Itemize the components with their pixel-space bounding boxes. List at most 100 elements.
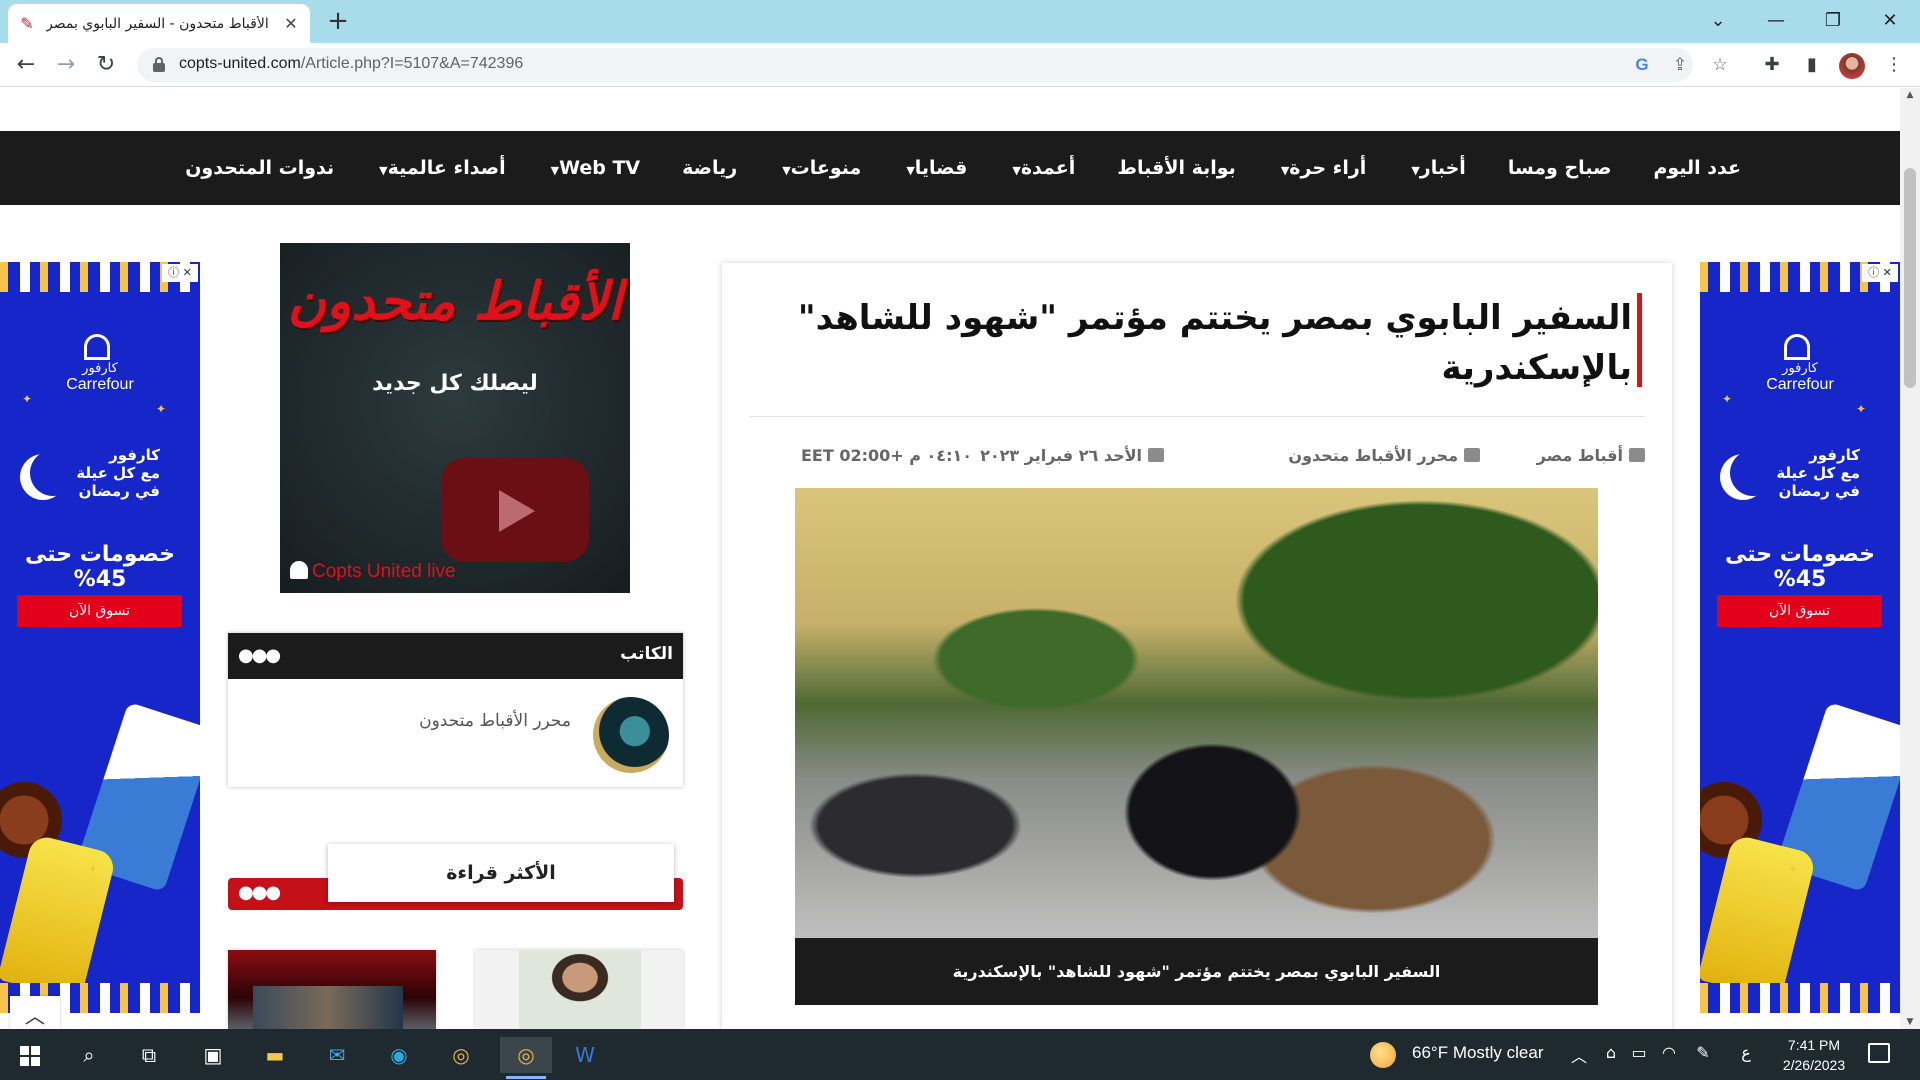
author-widget: الكاتب ●●● محرر الأقباط متحدون	[228, 633, 683, 787]
forward-button[interactable]: →	[50, 49, 82, 81]
author-avatar[interactable]	[593, 697, 669, 773]
nav-item-web-tv[interactable]: Web TV▼	[548, 157, 641, 179]
nav-item-opinions[interactable]: أراء حرة▼	[1278, 157, 1367, 179]
calendar-icon	[1148, 448, 1164, 462]
oil-bottle-image	[0, 833, 117, 1001]
page-viewport: عدد اليوم صباح ومسا أخبار▼ أراء حرة▼ بوا…	[0, 88, 1900, 1029]
device-icon[interactable]: ⌂	[1600, 1043, 1622, 1062]
dropdown-caret-icon: ▼	[379, 164, 388, 177]
play-button-icon[interactable]	[441, 458, 589, 562]
nav-item-today[interactable]: عدد اليوم	[1653, 157, 1741, 179]
close-window-button[interactable]: ✕	[1872, 6, 1908, 36]
browser-tab[interactable]: ✎ الأقباط متحدون - السفير البابوي بمصر ✕	[8, 4, 310, 43]
most-read-title: الأكثر قراءة	[328, 844, 674, 902]
ad-close-icon[interactable]: ⓘ ✕	[1862, 264, 1898, 282]
task-view-icon[interactable]: ⧉	[130, 1037, 168, 1073]
author-name-link[interactable]: محرر الأقباط متحدون	[419, 711, 571, 731]
carrefour-logo: كارفور Carrefour	[1700, 334, 1900, 394]
ad-shop-now-button[interactable]: تسوق الآن	[1717, 595, 1882, 627]
left-side-ad[interactable]: ⓘ ✕ كارفور Carrefour ✦ ✦ كارفور مع كل عيلة…	[0, 262, 200, 1013]
more-dots-icon: ●●●	[238, 882, 281, 903]
dropdown-caret-icon: ▼	[782, 164, 791, 177]
extensions-puzzle-icon[interactable]: ✚	[1760, 53, 1784, 77]
scroll-down-icon[interactable]: ▼	[1900, 1017, 1920, 1027]
article-author[interactable]: محرر الأقباط متحدون	[1288, 446, 1480, 465]
article-date: الأحد ٢٦ فبراير ٢٠٢٣	[980, 446, 1164, 465]
dropdown-caret-icon: ▼	[1411, 164, 1420, 177]
site-main-nav: عدد اليوم صباح ومسا أخبار▼ أراء حرة▼ بوا…	[0, 131, 1900, 205]
address-bar[interactable]: copts-united.com/Article.php?I=5107&A=74…	[137, 48, 1728, 82]
article-photo-caption: السفير البابوي بمصر يختتم مؤتمر "شهود لل…	[795, 938, 1598, 1005]
weather-text[interactable]: 66°F Mostly clear	[1412, 1043, 1544, 1063]
side-panel-icon[interactable]: ▮	[1800, 53, 1824, 77]
youtube-channel-banner[interactable]: الأقباط متحدون ليصلك كل جديد Copts Unite…	[280, 243, 630, 593]
nav-item-copts-portal[interactable]: بوابة الأقباط	[1117, 157, 1236, 179]
ad-sale-text: خصومات حتى 45%	[24, 542, 176, 592]
most-read-thumbnail[interactable]	[475, 950, 683, 1029]
site-favicon-icon: ✎	[20, 13, 34, 33]
show-hidden-icons-chevron-up-icon[interactable]: ︿	[1568, 1043, 1590, 1067]
chrome-profile-icon[interactable]: ◎	[500, 1037, 552, 1079]
close-tab-icon[interactable]: ✕	[282, 14, 300, 33]
profile-avatar[interactable]	[1839, 53, 1865, 79]
more-dots-icon: ●●●	[238, 645, 281, 666]
input-language[interactable]: ع	[1735, 1043, 1757, 1062]
system-clock[interactable]: 7:41 PM 2/26/2023	[1766, 1035, 1862, 1075]
article-time: ٠٤:١٠ م +02:00 EET	[800, 446, 972, 465]
tab-search-chevron-down-icon[interactable]: ⌄	[1700, 6, 1736, 36]
dropdown-caret-icon: ▼	[550, 164, 560, 177]
minimize-button[interactable]: —	[1758, 6, 1794, 36]
scrollbar-thumb[interactable]	[1904, 168, 1916, 388]
browser-toolbar: ← → ↻ copts-united.com/Article.php?I=510…	[0, 43, 1920, 87]
chrome-icon[interactable]: ◎	[442, 1037, 480, 1073]
nav-item-sports[interactable]: رياضة	[682, 157, 737, 179]
edge-browser-icon[interactable]: ◉	[380, 1037, 418, 1073]
article-card: السفير البابوي بمصر يختتم مؤتمر "شهود لل…	[722, 263, 1672, 1029]
wifi-icon[interactable]: ◠	[1658, 1043, 1680, 1062]
dropdown-caret-icon: ▼	[1012, 164, 1021, 177]
file-explorer-icon[interactable]: ▬	[256, 1037, 294, 1073]
mail-icon[interactable]: ✉	[318, 1037, 356, 1073]
nav-item-issues[interactable]: قضايا▼	[903, 157, 967, 179]
dropdown-caret-icon: ▼	[1280, 164, 1290, 177]
weather-icon[interactable]	[1370, 1042, 1396, 1068]
bookmark-star-icon[interactable]: ☆	[1708, 53, 1732, 77]
share-icon[interactable]: ⇪	[1668, 53, 1692, 77]
scroll-up-icon[interactable]: ▲	[1900, 90, 1920, 100]
windows-start-icon[interactable]	[20, 1046, 40, 1066]
url-text[interactable]: copts-united.com/Article.php?I=5107&A=74…	[179, 55, 523, 73]
notification-icon[interactable]	[1868, 1043, 1890, 1063]
carrefour-logo-icon	[84, 334, 110, 360]
ad-close-icon[interactable]: ⓘ ✕	[162, 264, 198, 282]
right-side-ad[interactable]: ⓘ ✕ كارفور Carrefour ✦ ✦ كارفور مع كل عيلة…	[1700, 262, 1900, 1013]
nav-item-seminars[interactable]: ندوات المتحدون	[185, 157, 334, 179]
pen-icon	[1464, 448, 1480, 462]
search-icon[interactable]: ⌕	[70, 1037, 108, 1073]
most-read-thumbnail[interactable]	[228, 950, 436, 1029]
browser-menu-icon[interactable]: ⋮	[1882, 53, 1906, 77]
nav-item-misc[interactable]: منوعات▼	[779, 157, 861, 179]
pen-workspace-icon[interactable]: ✎	[1692, 1043, 1714, 1062]
word-icon[interactable]: W	[566, 1037, 604, 1073]
windows-taskbar: ⌕ ⧉ ▣ ▬ ✉ ◉ ◎ ◎ W 66°F Mostly clear ︿ ⌂ …	[0, 1029, 1920, 1080]
nav-item-columns[interactable]: أعمدة▼	[1009, 157, 1075, 179]
browser-tab-strip: ✎ الأقباط متحدون - السفير البابوي بمصر ✕…	[0, 0, 1920, 43]
article-category[interactable]: أقباط مصر	[1537, 446, 1645, 465]
article-main-photo[interactable]	[795, 488, 1598, 938]
nav-item-news[interactable]: أخبار▼	[1408, 157, 1466, 179]
page-scrollbar[interactable]: ▲ ▼	[1900, 88, 1920, 1029]
nav-item-morning-evening[interactable]: صباح ومسا	[1508, 157, 1612, 179]
google-translate-icon[interactable]: G	[1630, 53, 1654, 77]
back-button[interactable]: ←	[10, 49, 42, 81]
lock-icon[interactable]	[153, 57, 165, 73]
restore-button[interactable]: ❐	[1815, 6, 1851, 36]
tablet-app-icon[interactable]: ▣	[194, 1037, 232, 1073]
battery-icon[interactable]: ▭	[1628, 1043, 1650, 1062]
carrefour-logo: كارفور Carrefour	[0, 334, 200, 394]
camera-icon	[1629, 448, 1645, 462]
new-tab-button[interactable]: +	[323, 6, 353, 36]
ad-shop-now-button[interactable]: تسوق الآن	[17, 595, 182, 627]
back-to-top-chevron-up-icon[interactable]: ︿	[10, 996, 60, 1029]
reload-button[interactable]: ↻	[90, 49, 122, 81]
nav-item-world-echoes[interactable]: أصداء عالمية▼	[376, 157, 505, 179]
